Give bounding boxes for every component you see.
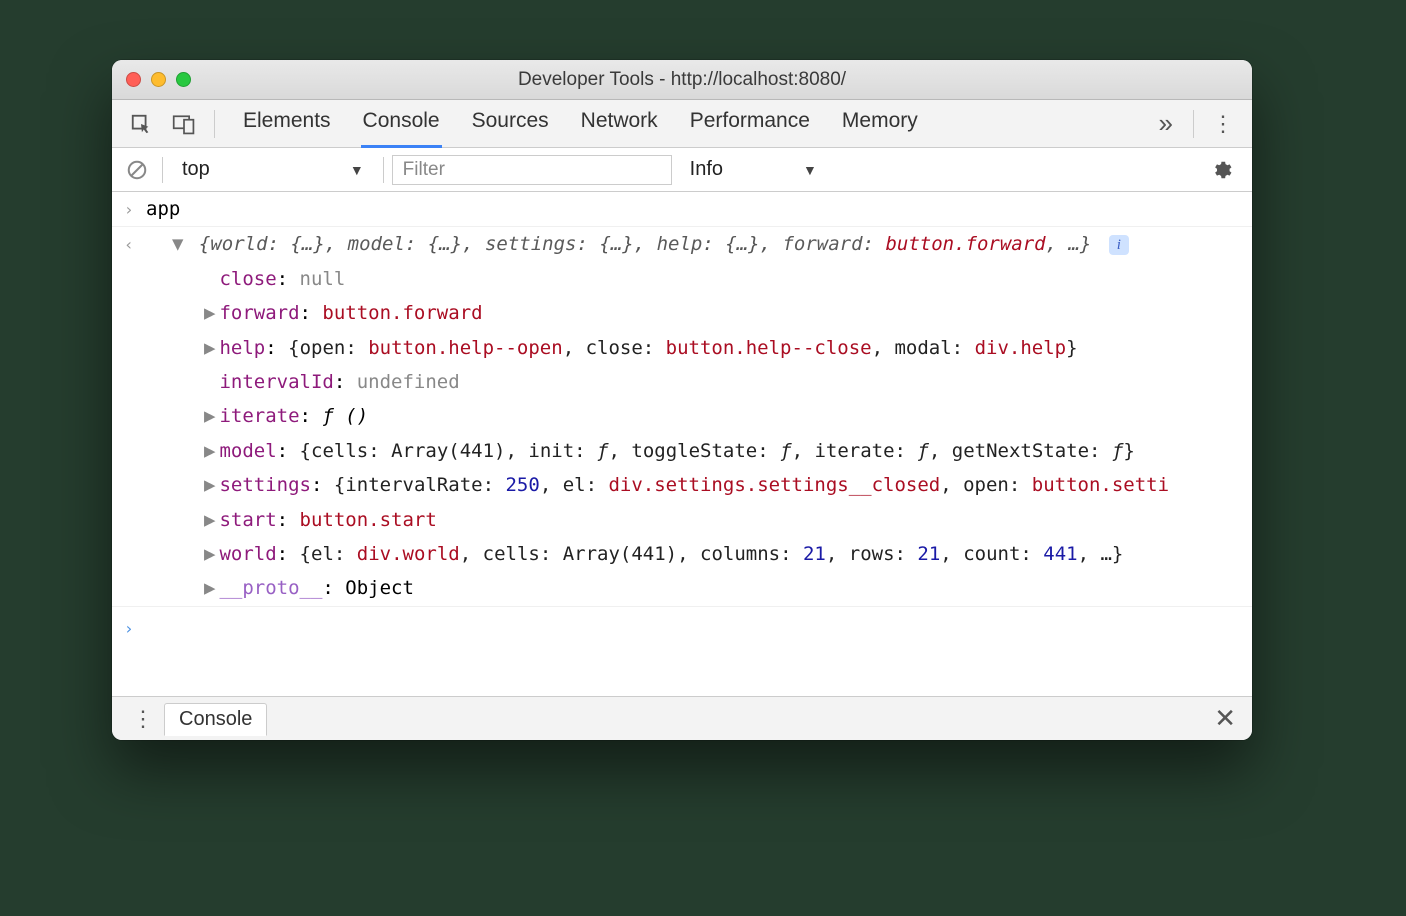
filter-input[interactable] (392, 155, 672, 185)
dropdown-icon: ▼ (803, 162, 817, 178)
execution-context-select[interactable]: top ▼ (171, 153, 375, 186)
output-chevron-icon: ‹ (124, 229, 146, 259)
context-label: top (182, 158, 210, 181)
drawer-menu-icon[interactable]: ⋮ (122, 706, 164, 732)
expand-arrow-icon[interactable]: ▶ (204, 405, 215, 427)
input-text: app (146, 194, 1240, 224)
object-property[interactable]: ▶intervalId: undefined (112, 365, 1252, 399)
console-prompt[interactable]: › (112, 607, 1252, 649)
object-property[interactable]: ▶forward: button.forward (112, 296, 1252, 330)
window-title: Developer Tools - http://localhost:8080/ (112, 69, 1252, 91)
object-property[interactable]: ▶__proto__: Object (112, 571, 1252, 606)
object-property[interactable]: ▶settings: {intervalRate: 250, el: div.s… (112, 468, 1252, 502)
drawer-tab-console[interactable]: Console (164, 703, 267, 736)
prompt-chevron-icon: › (124, 616, 134, 638)
console-input-echo: › app (112, 192, 1252, 227)
console-settings-icon[interactable] (1198, 159, 1244, 181)
expand-arrow-icon[interactable]: ▼ (172, 233, 183, 255)
expand-arrow-icon[interactable]: ▶ (204, 474, 215, 496)
console-result-summary[interactable]: ‹ ▼ {world: {…}, model: {…}, settings: {… (112, 227, 1252, 261)
dropdown-icon: ▼ (350, 162, 364, 178)
level-label: Info (690, 158, 723, 181)
drawer: ⋮ Console ✕ (112, 696, 1252, 740)
expand-arrow-icon[interactable]: ▶ (204, 302, 215, 324)
panel-tabs: Elements Console Sources Network Perform… (241, 99, 1147, 148)
panel-tabbar: Elements Console Sources Network Perform… (112, 100, 1252, 148)
divider (383, 157, 384, 183)
more-tabs-button[interactable]: » (1147, 108, 1185, 139)
object-summary: {world: {…}, model: {…}, settings: {…}, … (199, 233, 1091, 255)
divider (1193, 110, 1194, 138)
tab-sources[interactable]: Sources (470, 99, 551, 148)
tab-console[interactable]: Console (361, 99, 442, 148)
log-level-select[interactable]: Info ▼ (680, 154, 827, 185)
tab-elements[interactable]: Elements (241, 99, 333, 148)
object-property[interactable]: ▶start: button.start (112, 503, 1252, 537)
tab-performance[interactable]: Performance (688, 99, 812, 148)
window-titlebar: Developer Tools - http://localhost:8080/ (112, 60, 1252, 100)
device-toolbar-icon[interactable] (162, 107, 206, 141)
divider (214, 110, 215, 138)
close-window-button[interactable] (126, 72, 141, 87)
close-drawer-icon[interactable]: ✕ (1208, 703, 1242, 734)
maximize-window-button[interactable] (176, 72, 191, 87)
traffic-lights (126, 72, 191, 87)
console-output: › app ‹ ▼ {world: {…}, model: {…}, setti… (112, 192, 1252, 696)
expand-arrow-icon[interactable]: ▶ (204, 577, 215, 599)
minimize-window-button[interactable] (151, 72, 166, 87)
object-property[interactable]: ▶world: {el: div.world, cells: Array(441… (112, 537, 1252, 571)
clear-console-icon[interactable] (120, 159, 154, 181)
devtools-menu-icon[interactable]: ⋮ (1202, 111, 1244, 137)
object-property[interactable]: ▶close: null (112, 262, 1252, 296)
input-chevron-icon: › (124, 194, 146, 224)
inspect-element-icon[interactable] (120, 107, 162, 141)
divider (162, 157, 163, 183)
expand-arrow-icon[interactable]: ▶ (204, 440, 215, 462)
info-badge-icon[interactable]: i (1109, 235, 1129, 255)
object-property[interactable]: ▶model: {cells: Array(441), init: ƒ, tog… (112, 434, 1252, 468)
tab-memory[interactable]: Memory (840, 99, 920, 148)
object-property[interactable]: ▶iterate: ƒ () (112, 399, 1252, 433)
object-property[interactable]: ▶help: {open: button.help--open, close: … (112, 331, 1252, 365)
expand-arrow-icon[interactable]: ▶ (204, 337, 215, 359)
devtools-window: Developer Tools - http://localhost:8080/… (112, 60, 1252, 740)
tab-network[interactable]: Network (579, 99, 660, 148)
expand-arrow-icon[interactable]: ▶ (204, 543, 215, 565)
expand-arrow-icon[interactable]: ▶ (204, 509, 215, 531)
console-toolbar: top ▼ Info ▼ (112, 148, 1252, 192)
